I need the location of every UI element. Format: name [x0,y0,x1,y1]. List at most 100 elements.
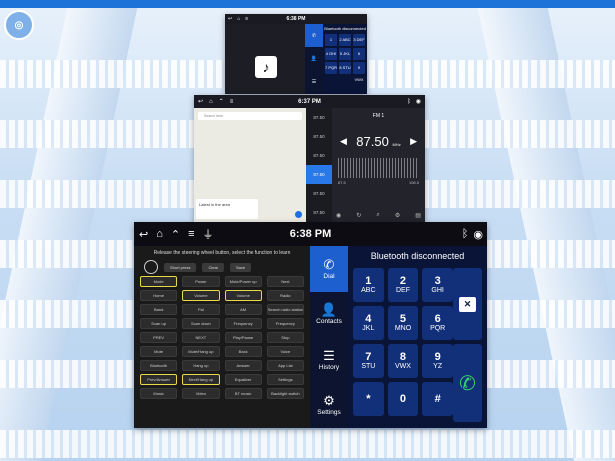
key[interactable]: 8 STU [339,62,351,74]
function-button[interactable]: Answer [224,360,262,371]
back-icon[interactable]: ↩ [228,16,232,22]
save-button[interactable]: Save [230,262,252,272]
navigate-fab[interactable] [295,211,302,218]
function-button[interactable]: Home [140,290,178,301]
key[interactable]: 4 GHI [325,48,337,60]
key[interactable]: 1 [325,34,337,46]
search-icon[interactable]: ⌕ [376,212,379,219]
sidebar-item-dial[interactable]: ✆ Dial [310,246,348,292]
loop-icon[interactable]: ↻ [356,212,361,219]
map-info-card[interactable]: Latest in the area [196,199,258,219]
short-press-button[interactable]: Short press [164,262,197,272]
function-button[interactable]: Scan up [140,318,178,329]
function-button[interactable]: Settings [266,374,304,385]
function-button[interactable]: PREV [140,332,178,343]
function-button[interactable]: Mode [140,276,178,287]
preset-item[interactable]: 87.50 [306,127,332,146]
dial-key[interactable]: 2 DEF [387,268,419,302]
list-icon[interactable]: ▤ [415,212,421,219]
function-button[interactable]: Frequency [266,318,304,329]
dial-key[interactable]: 4 JKL [353,306,384,340]
clear-button[interactable]: Clear [202,262,225,272]
home-icon[interactable]: ⌂ [237,16,240,22]
key[interactable]: 5 JKL [339,48,351,60]
sidebar-item-history[interactable]: ☰ [305,70,323,93]
function-button[interactable]: Scan down [182,318,220,329]
dial-key[interactable]: 8 VWX [387,344,419,378]
function-button[interactable]: Music [140,388,178,399]
function-button[interactable]: Frequency [224,318,262,329]
preset-item-active[interactable]: 87.50 [306,165,332,184]
dial-key[interactable]: 9 YZ [422,344,453,378]
key[interactable]: 9 VWX [353,62,365,82]
function-button[interactable]: Pal [182,304,220,315]
map-panel[interactable]: Search here Latest in the area [194,108,306,223]
sidebar-item-contacts[interactable]: 👤 Contacts [310,292,348,338]
function-button[interactable]: NEXT [182,332,220,343]
chevron-up-icon[interactable]: ⌃ [171,228,180,241]
back-icon[interactable]: ↩ [198,98,203,105]
function-button[interactable]: Play/Pause [224,332,262,343]
sidebar-item-contacts[interactable]: 👤 [305,47,323,70]
function-button[interactable]: Band [140,304,178,315]
function-button[interactable]: Volume [182,290,220,301]
function-button[interactable]: App List [266,360,304,371]
sidebar-item-dial[interactable]: ✆ [305,24,323,47]
preset-item[interactable]: 87.50 [306,146,332,165]
key[interactable]: 6 MNO [353,48,365,68]
function-button[interactable]: Next/Hang up [182,374,220,385]
dial-key[interactable]: 6 PQR [422,306,453,340]
function-button[interactable]: Bluetooth [140,360,178,371]
dial-key[interactable]: 5 MNO [387,306,419,340]
backspace-button[interactable]: ✕ [453,268,482,340]
menu-icon[interactable]: ≡ [230,99,234,105]
dial-key[interactable]: 3 GHI [422,268,453,302]
function-button[interactable]: Prev/Answer [140,374,178,385]
tuning-scale[interactable] [338,158,419,178]
home-icon[interactable]: ⌂ [209,99,213,105]
function-button[interactable]: Mute/Power up [224,276,262,287]
key-number: * [366,392,371,405]
map-search-input[interactable]: Search here [198,112,302,120]
dial-key[interactable]: 0 [387,382,419,416]
function-button[interactable]: AM [224,304,262,315]
preset-item[interactable]: 87.50 [306,108,332,127]
next-station-icon[interactable]: ▶ [410,136,417,147]
key[interactable]: 3 DEF [353,34,365,46]
function-button[interactable]: Mute [140,346,178,357]
key-letters: YZ [433,362,443,370]
music-note-icon[interactable]: ♪ [255,56,277,78]
function-button[interactable]: Mute/Hang up [182,346,220,357]
function-button[interactable]: Equalizer [224,374,262,385]
chevron-up-icon[interactable]: ⌃ [219,98,224,105]
function-button[interactable]: BT music [224,388,262,399]
function-button[interactable]: Next [266,276,304,287]
key[interactable]: 7 PQR [325,62,337,74]
function-button[interactable]: Stop [266,332,304,343]
function-button[interactable]: Power [182,276,220,287]
function-button[interactable]: Video [182,388,220,399]
dial-key[interactable]: 1 ABC [353,268,384,302]
call-button[interactable]: ✆ [453,344,482,422]
function-button[interactable]: Search radio station [266,304,304,315]
sidebar-item-history[interactable]: ☰ History [310,337,348,383]
dial-key[interactable]: * [353,382,384,416]
dial-key[interactable]: 7 STU [353,344,384,378]
function-button[interactable]: Volume [224,290,262,301]
back-icon[interactable]: ↩ [139,228,148,241]
menu-icon[interactable]: ≡ [188,228,194,240]
preset-item[interactable]: 87.50 [306,184,332,203]
function-button[interactable]: Backlight switch [266,388,304,399]
dial-key[interactable]: # [422,382,453,416]
function-button[interactable]: Hang up [182,360,220,371]
menu-icon[interactable]: ≡ [245,16,248,22]
key[interactable]: 2 ABC [339,34,351,46]
home-icon[interactable]: ⌂ [156,228,163,240]
settings-icon[interactable]: ⚙ [395,212,400,219]
function-button[interactable]: Back [224,346,262,357]
function-button[interactable]: Radio [266,290,304,301]
function-button[interactable]: Voice [266,346,304,357]
signal-icon[interactable]: ◉ [336,212,341,219]
preset-item[interactable]: 87.50 [306,203,332,222]
sidebar-item-settings[interactable]: ⚙ Settings [310,383,348,429]
